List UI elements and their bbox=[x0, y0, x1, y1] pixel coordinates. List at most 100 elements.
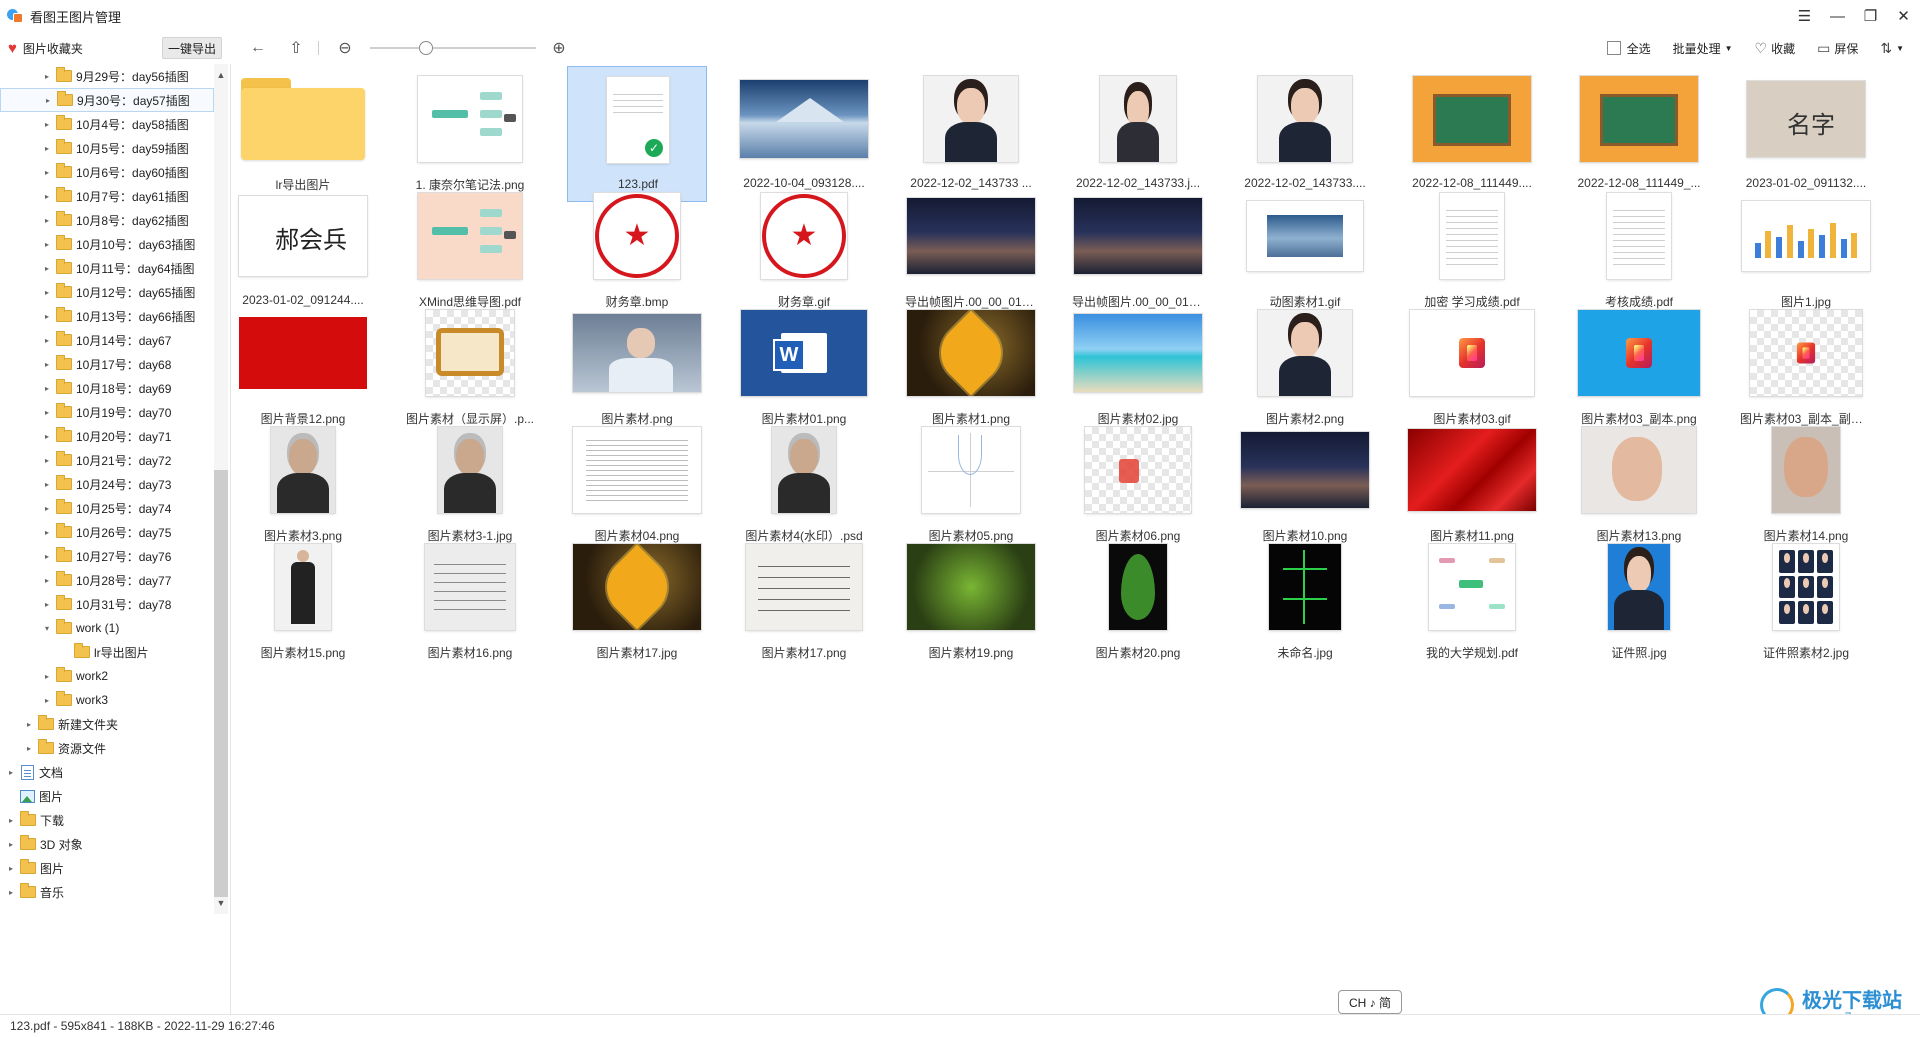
zoom-out-icon[interactable]: ⊖ bbox=[334, 37, 356, 59]
expand-arrow-icon[interactable]: ▸ bbox=[6, 888, 16, 897]
expand-arrow-icon[interactable]: ▸ bbox=[6, 816, 16, 825]
expand-arrow-icon[interactable]: ▸ bbox=[42, 216, 52, 225]
favorites-button[interactable]: ♥ 图片收藏夹 bbox=[8, 38, 83, 58]
file-thumbnail[interactable]: 图片素材4(水印）.psd bbox=[734, 417, 874, 553]
file-thumbnail[interactable]: 图片素材1.png bbox=[901, 300, 1041, 436]
expand-arrow-icon[interactable]: ▸ bbox=[42, 432, 52, 441]
file-thumbnail[interactable]: 导出帧图片.00_00_01_... bbox=[1068, 183, 1208, 319]
file-thumbnail[interactable]: 图片素材03.gif bbox=[1402, 300, 1542, 436]
file-thumbnail[interactable]: 图片1.jpg bbox=[1736, 183, 1876, 319]
tree-item[interactable]: ▸ 下载 bbox=[0, 808, 214, 832]
tree-item[interactable]: ▸ 10月12号：day65插图 bbox=[0, 280, 214, 304]
tree-item[interactable]: ▸ 10月11号：day64插图 bbox=[0, 256, 214, 280]
file-thumbnail[interactable]: 证件照素材2.jpg bbox=[1736, 534, 1876, 670]
file-thumbnail[interactable]: 图片素材03_副本_副本... bbox=[1736, 300, 1876, 436]
expanded-arrow-icon[interactable]: ▾ bbox=[42, 624, 52, 633]
menu-icon[interactable]: ☰ bbox=[1788, 0, 1821, 32]
file-thumbnail[interactable]: 图片素材20.png bbox=[1068, 534, 1208, 670]
file-thumbnail[interactable]: 2022-12-02_143733 ... bbox=[901, 66, 1041, 202]
file-thumbnail[interactable]: 2022-12-02_143733.j... bbox=[1068, 66, 1208, 202]
file-thumbnail[interactable]: 图片素材14.png bbox=[1736, 417, 1876, 553]
expand-arrow-icon[interactable]: ▸ bbox=[42, 312, 52, 321]
tree-item[interactable]: ▸ 10月25号：day74 bbox=[0, 496, 214, 520]
expand-arrow-icon[interactable]: ▸ bbox=[42, 456, 52, 465]
file-thumbnail[interactable]: 名字 2023-01-02_091132.... bbox=[1736, 66, 1876, 202]
file-thumbnail[interactable]: 图片素材04.png bbox=[567, 417, 707, 553]
tree-item[interactable]: ▸ 9月30号：day57插图 bbox=[0, 88, 214, 112]
expand-arrow-icon[interactable]: ▸ bbox=[42, 264, 52, 273]
sort-dropdown[interactable]: ⇅ ▼ bbox=[1880, 40, 1904, 57]
tree-item[interactable]: ▸ 10月7号：day61插图 bbox=[0, 184, 214, 208]
file-thumbnail[interactable]: 2022-10-04_093128.... bbox=[734, 66, 874, 202]
expand-arrow-icon[interactable]: ▸ bbox=[42, 600, 52, 609]
scroll-up-icon[interactable]: ▲ bbox=[214, 68, 228, 82]
file-thumbnail[interactable]: 导出帧图片.00_00_01_... bbox=[901, 183, 1041, 319]
file-thumbnail[interactable]: 图片素材11.png bbox=[1402, 417, 1542, 553]
expand-arrow-icon[interactable]: ▸ bbox=[42, 72, 52, 81]
folder-thumbnail[interactable]: lr导出图片 bbox=[233, 66, 373, 202]
zoom-slider-track[interactable] bbox=[370, 47, 536, 49]
file-thumbnail[interactable]: 考核成绩.pdf bbox=[1569, 183, 1709, 319]
tree-item[interactable]: ▸ 10月19号：day70 bbox=[0, 400, 214, 424]
tree-item[interactable]: ▸ 3D 对象 bbox=[0, 832, 214, 856]
file-thumbnail[interactable]: 图片素材17.jpg bbox=[567, 534, 707, 670]
tree-item[interactable]: ▸ 10月13号：day66插图 bbox=[0, 304, 214, 328]
expand-arrow-icon[interactable]: ▸ bbox=[42, 480, 52, 489]
tree-item[interactable]: ▸ 10月4号：day58插图 bbox=[0, 112, 214, 136]
one-click-export-button[interactable]: 一键导出 bbox=[162, 37, 222, 59]
up-folder-icon[interactable]: ⇧ bbox=[285, 37, 307, 59]
tree-item[interactable]: ▸ 10月28号：day77 bbox=[0, 568, 214, 592]
file-thumbnail[interactable]: 郝会兵 2023-01-02_091244.... bbox=[233, 183, 373, 319]
tree-item[interactable]: ▾ work (1) bbox=[0, 616, 214, 640]
zoom-in-icon[interactable]: ⊕ bbox=[548, 37, 570, 59]
file-thumbnail[interactable]: 图片素材2.png bbox=[1235, 300, 1375, 436]
file-thumbnail[interactable]: 图片素材01.png bbox=[734, 300, 874, 436]
expand-arrow-icon[interactable]: ▸ bbox=[42, 168, 52, 177]
file-thumbnail[interactable]: 我的大学规划.pdf bbox=[1402, 534, 1542, 670]
file-thumbnail[interactable]: ★ 财务章.bmp bbox=[567, 183, 707, 319]
tree-item[interactable]: ▸ 10月18号：day69 bbox=[0, 376, 214, 400]
file-thumbnail[interactable]: 1. 康奈尔笔记法.png bbox=[400, 66, 540, 202]
tree-item[interactable]: ▸ 10月14号：day67 bbox=[0, 328, 214, 352]
expand-arrow-icon[interactable]: ▸ bbox=[24, 744, 34, 753]
tree-item[interactable]: ▸ 新建文件夹 bbox=[0, 712, 214, 736]
tree-item[interactable]: ▸ 10月17号：day68 bbox=[0, 352, 214, 376]
file-thumbnail[interactable]: 2022-12-08_111449_... bbox=[1569, 66, 1709, 202]
tree-item[interactable]: ▸ 10月10号：day63插图 bbox=[0, 232, 214, 256]
tree-item[interactable]: ▸ 图片 bbox=[0, 856, 214, 880]
expand-arrow-icon[interactable]: ▸ bbox=[42, 528, 52, 537]
expand-arrow-icon[interactable]: ▸ bbox=[43, 96, 53, 105]
minimize-icon[interactable]: — bbox=[1821, 0, 1854, 32]
batch-process-dropdown[interactable]: 批量处理 ▼ bbox=[1673, 40, 1733, 57]
file-thumbnail[interactable]: 2022-12-02_143733.... bbox=[1235, 66, 1375, 202]
tree-item[interactable]: ▸ 音乐 bbox=[0, 880, 214, 904]
expand-arrow-icon[interactable]: ▸ bbox=[42, 408, 52, 417]
file-thumbnail[interactable]: 图片素材3.png bbox=[233, 417, 373, 553]
tree-item[interactable]: lr导出图片 bbox=[0, 640, 214, 664]
tree-item[interactable]: ▸ 文档 bbox=[0, 760, 214, 784]
file-thumbnail[interactable]: 图片素材（显示屏）.p... bbox=[400, 300, 540, 436]
file-thumbnail[interactable]: 图片素材3-1.jpg bbox=[400, 417, 540, 553]
file-thumbnail[interactable]: 图片素材17.png bbox=[734, 534, 874, 670]
tree-item[interactable]: ▸ 10月26号：day75 bbox=[0, 520, 214, 544]
expand-arrow-icon[interactable]: ▸ bbox=[42, 384, 52, 393]
tree-item[interactable]: ▸ 10月27号：day76 bbox=[0, 544, 214, 568]
tree-item[interactable]: ▸ 10月20号：day71 bbox=[0, 424, 214, 448]
file-thumbnail[interactable]: 图片素材10.png bbox=[1235, 417, 1375, 553]
collect-button[interactable]: ♡ 收藏 bbox=[1755, 40, 1796, 57]
file-thumbnail[interactable]: 图片素材06.png bbox=[1068, 417, 1208, 553]
zoom-slider-handle[interactable] bbox=[419, 41, 433, 55]
expand-arrow-icon[interactable]: ▸ bbox=[42, 240, 52, 249]
expand-arrow-icon[interactable]: ▸ bbox=[42, 552, 52, 561]
file-thumbnail[interactable]: 图片素材16.png bbox=[400, 534, 540, 670]
tree-item[interactable]: ▸ work2 bbox=[0, 664, 214, 688]
expand-arrow-icon[interactable]: ▸ bbox=[42, 192, 52, 201]
file-thumbnail[interactable]: 图片背景12.png bbox=[233, 300, 373, 436]
expand-arrow-icon[interactable]: ▸ bbox=[6, 768, 16, 777]
close-icon[interactable]: ✕ bbox=[1887, 0, 1920, 32]
file-thumbnail[interactable]: 2022-12-08_111449.... bbox=[1402, 66, 1542, 202]
file-thumbnail[interactable]: 证件照.jpg bbox=[1569, 534, 1709, 670]
restore-icon[interactable]: ❐ bbox=[1854, 0, 1887, 32]
expand-arrow-icon[interactable]: ▸ bbox=[42, 120, 52, 129]
file-thumbnail[interactable]: 图片素材15.png bbox=[233, 534, 373, 670]
